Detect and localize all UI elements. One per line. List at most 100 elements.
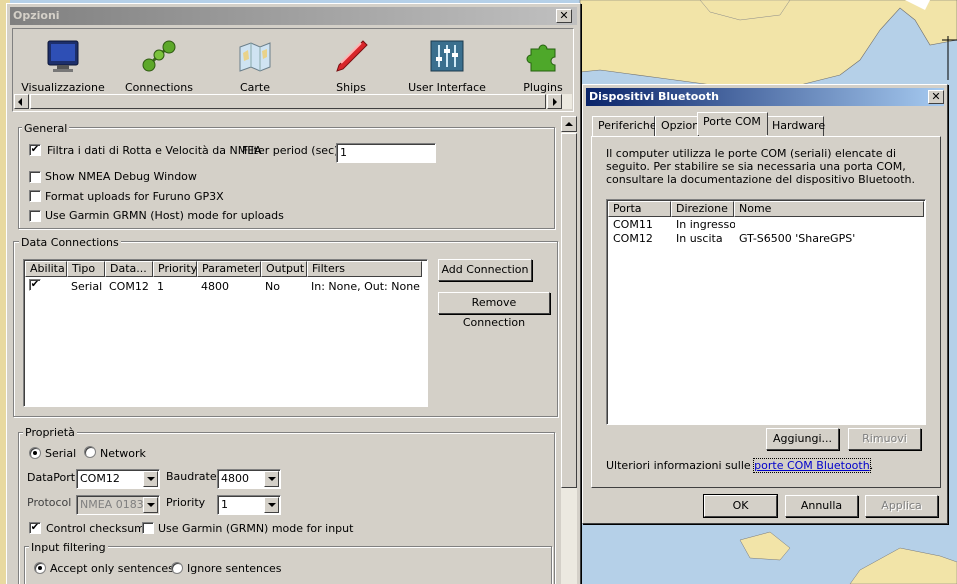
dropdown-arrow-icon[interactable] — [143, 497, 158, 513]
bluetooth-close-button[interactable]: ✕ — [928, 90, 944, 104]
connections-column-header[interactable]: Data... — [105, 261, 153, 277]
filter-period-label: Filter period (sec) — [242, 144, 339, 157]
table-row[interactable]: ✔ Serial COM12 1 4800 No In: None, Out: None — [25, 278, 426, 294]
scroll-thumb[interactable] — [30, 94, 546, 109]
connection-cell-parameters: 4800 — [201, 280, 229, 293]
com-cell-direzione: In uscita — [676, 232, 723, 245]
toolbar-item-label: Visualizzazione — [21, 81, 105, 94]
garmin-host-label: Use Garmin GRMN (Host) mode for uploads — [45, 209, 284, 222]
more-info-suffix: . — [869, 459, 874, 472]
connection-enabled-checkbox[interactable]: ✔ — [29, 279, 41, 291]
cancel-button[interactable]: Annulla — [785, 495, 858, 517]
com-ports-list[interactable]: Porta Direzione Nome COM11 In ingresso COM12… — [606, 199, 926, 425]
baudrate-label: Baudrate — [166, 470, 217, 483]
checksum-label: Control checksum — [46, 522, 145, 535]
checkmark-icon: ✔ — [30, 144, 40, 155]
checkmark-icon: ✔ — [30, 522, 40, 533]
show-debug-checkbox[interactable] — [29, 171, 41, 183]
filter-period-input[interactable]: 1 — [336, 143, 436, 163]
serial-radio[interactable] — [29, 447, 41, 459]
arrow-up-icon — [565, 122, 573, 126]
connections-column-header[interactable]: Abilita — [25, 261, 67, 277]
porte-com-panel: Il computer utilizza le porte COM (seria… — [591, 136, 941, 488]
toolbar-item-ships[interactable]: Ships — [303, 35, 399, 97]
priority-label: Priority — [166, 496, 206, 509]
toolbar-item-label: Plugins — [523, 81, 563, 94]
options-title: Opzioni — [13, 9, 60, 22]
network-radio[interactable] — [84, 446, 96, 458]
add-port-button[interactable]: Aggiungi... — [766, 428, 839, 450]
scroll-right-button[interactable] — [547, 94, 562, 109]
com-description: Il computer utilizza le porte COM (seria… — [606, 147, 916, 186]
baudrate-select[interactable]: 4800 — [217, 469, 281, 489]
connections-column-header[interactable]: Output — [261, 261, 307, 277]
close-icon: ✕ — [931, 90, 941, 103]
tab-opzioni[interactable]: Opzioni — [655, 116, 702, 136]
network-label: Network — [100, 447, 146, 460]
remove-port-button[interactable]: Rimuovi — [848, 428, 921, 450]
com-column-header[interactable]: Nome — [734, 201, 924, 217]
dropdown-arrow-icon[interactable] — [264, 471, 279, 487]
list-item[interactable]: COM11 In ingresso — [608, 218, 924, 232]
connections-column-header[interactable]: Parameters — [197, 261, 261, 277]
connection-cell-tipo: Serial — [71, 280, 103, 293]
dataport-value: COM12 — [80, 472, 120, 485]
accept-sentences-radio[interactable] — [34, 562, 46, 574]
scroll-up-button[interactable] — [561, 116, 577, 132]
dataport-select[interactable]: COM12 — [76, 469, 160, 489]
ignore-sentences-radio[interactable] — [171, 562, 183, 574]
toolbar-item-visualizzazione[interactable]: Visualizzazione — [15, 35, 111, 97]
filter-nmea-checkbox[interactable]: ✔ — [29, 144, 41, 156]
options-title-bar[interactable]: Opzioni — [10, 7, 577, 25]
dropdown-arrow-icon[interactable] — [143, 471, 158, 487]
garmin-host-checkbox[interactable] — [29, 210, 41, 222]
bluetooth-title-bar[interactable]: Dispositivi Bluetooth — [586, 88, 944, 106]
priority-select[interactable]: 1 — [217, 495, 281, 515]
toolbar-item-user-interface[interactable]: User Interface — [399, 35, 495, 97]
options-close-button[interactable]: ✕ — [556, 9, 572, 23]
toolbar-item-label: Carte — [239, 81, 271, 94]
options-vertical-scrollbar[interactable] — [561, 116, 577, 584]
checksum-checkbox[interactable]: ✔ — [29, 522, 41, 534]
dropdown-arrow-icon[interactable] — [264, 497, 279, 513]
com-column-header[interactable]: Porta — [608, 201, 671, 217]
list-item[interactable]: COM12 In uscita GT-S6500 'ShareGPS' — [608, 232, 924, 246]
ok-button[interactable]: OK — [703, 494, 778, 518]
protocol-value: NMEA 0183 — [80, 498, 144, 511]
scroll-left-button[interactable] — [14, 94, 29, 109]
toolbar-scrollbar[interactable] — [14, 94, 572, 109]
protocol-select[interactable]: NMEA 0183 — [76, 495, 160, 515]
tab-periferiche[interactable]: Periferiche — [592, 116, 657, 136]
connection-cell-filters: In: None, Out: None — [311, 280, 420, 293]
ignore-sentences-label: Ignore sentences — [187, 562, 282, 575]
bluetooth-title: Dispositivi Bluetooth — [589, 90, 719, 103]
more-info-link[interactable]: porte COM Bluetooth — [753, 458, 871, 473]
remove-connection-button[interactable]: Remove Connection — [438, 292, 550, 329]
com-column-header[interactable]: Direzione — [671, 201, 734, 217]
more-info-prefix: Ulteriori informazioni sulle — [606, 459, 755, 472]
tab-hardware[interactable]: Hardware — [766, 116, 825, 136]
connections-column-header[interactable]: Priority — [153, 261, 197, 277]
toolbar-item-connections[interactable]: Connections — [111, 35, 207, 97]
connections-icon — [141, 39, 177, 73]
connection-cell-output: No — [265, 280, 280, 293]
monitor-icon — [45, 39, 81, 73]
connection-cell-priority: 1 — [157, 280, 164, 293]
connection-cell-data: COM12 — [109, 280, 149, 293]
options-toolbar: Visualizzazione Connections Carte Ships User… — [12, 28, 574, 112]
apply-button[interactable]: Applica — [865, 495, 938, 517]
charts-icon — [237, 39, 273, 73]
tab-porte-com[interactable]: Porte COM — [697, 112, 768, 135]
connections-column-header[interactable]: Tipo — [67, 261, 105, 277]
accept-sentences-label: Accept only sentences — [50, 562, 174, 575]
connections-table[interactable]: Abilita Tipo Data... Priority Parameters Outp… — [23, 259, 428, 407]
connections-column-header[interactable]: Filters — [307, 261, 422, 277]
data-connections-legend: Data Connections — [19, 236, 121, 249]
garmin-input-checkbox[interactable] — [142, 522, 154, 534]
sliders-icon — [429, 39, 465, 73]
add-connection-button[interactable]: Add Connection — [438, 259, 532, 281]
toolbar-item-carte[interactable]: Carte — [207, 35, 303, 97]
toolbar-item-plugins[interactable]: Plugins — [495, 35, 591, 97]
vertical-scroll-thumb[interactable] — [561, 133, 577, 488]
furuno-checkbox[interactable] — [29, 190, 41, 202]
